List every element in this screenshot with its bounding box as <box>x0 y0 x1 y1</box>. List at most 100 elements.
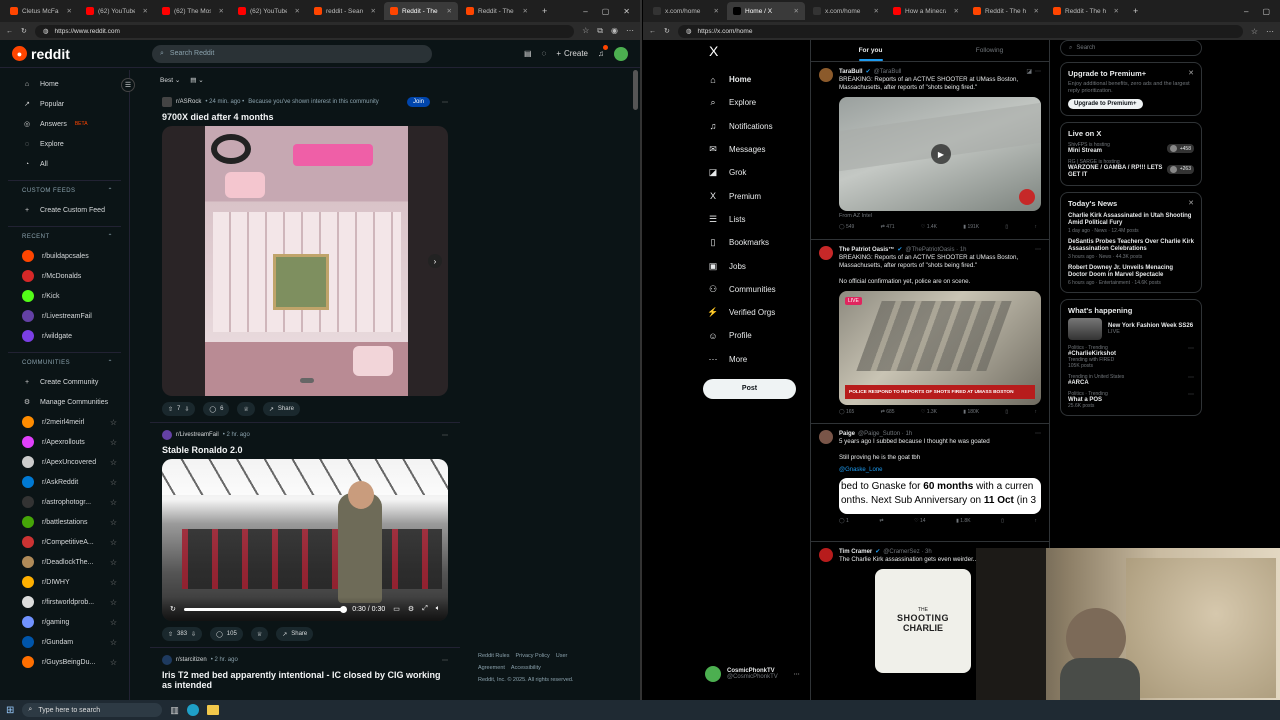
nav-jobs[interactable]: ▣ Jobs <box>703 254 813 277</box>
sidebar-item-all[interactable]: ◔ All <box>8 154 121 174</box>
sidebar-subreddit[interactable]: r/McDonalds <box>8 266 121 286</box>
custom-feeds-header[interactable]: CUSTOM FEEDS ⌃ <box>8 180 121 200</box>
sidebar-subreddit[interactable]: r/firstworldprob... ☆ <box>8 592 121 612</box>
like-button[interactable]: ♡ 14 <box>914 518 925 524</box>
browser-tab[interactable]: Reddit - The heart ✕ <box>1047 2 1125 20</box>
favorite-star-icon[interactable]: ☆ <box>110 538 121 547</box>
browser-tab[interactable]: (62) YouTube ✕ <box>232 2 306 20</box>
tweet-avatar[interactable] <box>819 246 833 260</box>
trend-options-icon[interactable]: ⋯ <box>1188 374 1194 381</box>
nav-communities[interactable]: ⚇ Communities <box>703 278 813 301</box>
upvote-icon[interactable]: ⇧ <box>168 406 173 413</box>
bookmark-icon[interactable]: ▯ <box>1005 409 1008 415</box>
reddit-logo[interactable]: ● reddit <box>12 46 152 62</box>
nav-more[interactable]: ⋯ More <box>703 348 813 371</box>
favorite-star-icon[interactable]: ☆ <box>110 638 121 647</box>
downvote-icon[interactable]: ⇩ <box>191 631 196 638</box>
sidebar-subreddit[interactable]: r/astrophotogr... ☆ <box>8 492 121 512</box>
post-title[interactable]: Iris T2 med bed apparently intentional -… <box>162 670 448 690</box>
tweet-author[interactable]: Tim Cramer <box>839 549 872 555</box>
comments-button[interactable]: ◯ 105 <box>210 627 243 641</box>
user-avatar[interactable] <box>614 46 628 61</box>
tweet-avatar[interactable] <box>819 430 833 444</box>
minimize-icon[interactable]: – <box>583 7 587 16</box>
chat-icon[interactable]: ◌ <box>542 49 547 58</box>
views-button[interactable]: ▮ 180K <box>963 409 979 415</box>
menu-icon[interactable]: ⋯ <box>1266 27 1274 36</box>
manage-communities[interactable]: ⚙ Manage Communities <box>8 392 121 412</box>
post-subreddit[interactable]: r/LivestreamFail <box>176 432 219 438</box>
favorite-star-icon[interactable]: ☆ <box>110 458 121 467</box>
site-info-icon[interactable]: ◍ <box>43 27 49 35</box>
sidebar-subreddit[interactable]: r/battlestations ☆ <box>8 512 121 532</box>
sidebar-subreddit[interactable]: r/CompetitiveA... ☆ <box>8 532 121 552</box>
happening-event[interactable]: New York Fashion Week SS26 LIVE <box>1068 318 1194 340</box>
footer-link[interactable]: Reddit Rules <box>478 653 510 659</box>
create-custom-feed[interactable]: + Create Custom Feed <box>8 200 121 220</box>
sidebar-item-popular[interactable]: ↗ Popular <box>8 94 121 114</box>
browser-tab[interactable]: Cletus McFarland ✕ <box>4 2 78 20</box>
sidebar-subreddit[interactable]: r/AskReddit ☆ <box>8 472 121 492</box>
browser-tab[interactable]: reddit - Search ✕ <box>308 2 382 20</box>
favorite-star-icon[interactable]: ☆ <box>110 478 121 487</box>
x-logo[interactable]: X <box>703 40 813 62</box>
close-tab-icon[interactable]: ✕ <box>874 7 879 15</box>
back-icon[interactable]: ← <box>6 28 13 35</box>
close-tab-icon[interactable]: ✕ <box>447 7 452 15</box>
post-card[interactable]: r/ASRock • 24 min. ago • Because you've … <box>150 90 460 423</box>
sidebar-subreddit[interactable]: r/Kick <box>8 286 121 306</box>
browser-tab[interactable]: (62) YouTube ✕ <box>80 2 154 20</box>
x-search-input[interactable]: ⌕ Search <box>1060 40 1202 56</box>
replay-icon[interactable]: ↻ <box>170 605 176 613</box>
sort-dropdown[interactable]: Best ⌄ <box>160 76 180 84</box>
nav-explore[interactable]: ⌕ Explore <box>703 91 813 114</box>
back-icon[interactable]: ← <box>649 28 656 35</box>
tweet-author[interactable]: The Patriot Oasis™ <box>839 247 894 253</box>
reply-button[interactable]: ◯ 165 <box>839 409 854 415</box>
browser-tab[interactable]: How a Minecraft Sc ✕ <box>887 2 965 20</box>
sidebar-subreddit[interactable]: r/LivestreamFail <box>8 306 121 326</box>
post-title[interactable]: 9700X died after 4 months <box>162 112 448 122</box>
post-card[interactable]: r/LivestreamFail • 2 hr. ago ⋯ Stable Ro… <box>150 423 460 648</box>
trend-options-icon[interactable]: ⋯ <box>1188 391 1194 398</box>
url-field[interactable]: ◍ https://x.com/home <box>677 24 1243 38</box>
browser-tab[interactable]: Reddit - The heart o ✕ <box>460 2 534 20</box>
favorite-star-icon[interactable]: ☆ <box>110 598 121 607</box>
post-card[interactable]: r/starcitizen • 2 hr. ago ⋯ Iris T2 med … <box>150 648 460 700</box>
downvote-icon[interactable]: ⇩ <box>184 406 189 413</box>
favorite-star-icon[interactable]: ☆ <box>110 558 121 567</box>
footer-link[interactable]: Privacy Policy <box>516 653 550 659</box>
profile-icon[interactable]: ◉ <box>611 26 618 36</box>
tweet-author[interactable]: TaraBull <box>839 69 863 75</box>
nav-verified-orgs[interactable]: ⚡ Verified Orgs <box>703 301 813 324</box>
trend-item[interactable]: Politics · Trending #CharlieKirkshot Trend… <box>1068 345 1194 369</box>
post-subreddit[interactable]: r/starcitizen <box>176 657 207 663</box>
trend-item[interactable]: Politics · Trending What a POS 25.6K posts… <box>1068 391 1194 409</box>
favorite-star-icon[interactable]: ☆ <box>110 518 121 527</box>
favorite-star-icon[interactable]: ☆ <box>110 498 121 507</box>
post-subreddit[interactable]: r/ASRock <box>176 99 201 105</box>
tweet-mention-link[interactable]: @Gnaske_Lone <box>839 467 1041 473</box>
close-tab-icon[interactable]: ✕ <box>523 7 528 15</box>
tweet-avatar[interactable] <box>819 68 833 82</box>
sidebar-subreddit[interactable]: r/buildapcsales <box>8 246 121 266</box>
video-progress-bar[interactable] <box>183 605 348 613</box>
browser-tab[interactable]: Reddit - The heart ✕ <box>967 2 1045 20</box>
taskbar-search-input[interactable]: ⌕ Type here to search <box>22 703 163 717</box>
sidebar-collapse-icon[interactable]: ☰ <box>121 78 135 92</box>
share-icon[interactable]: ↑ <box>1034 224 1037 230</box>
play-icon[interactable]: ▶ <box>931 144 951 164</box>
extensions-icon[interactable]: ⧉ <box>597 26 603 36</box>
vote-control[interactable]: ⇧ 7 ⇩ <box>162 402 196 416</box>
url-field[interactable]: ◍ https://www.reddit.com <box>34 24 575 38</box>
captions-icon[interactable]: ▭ <box>393 605 400 613</box>
account-switcher[interactable]: CosmicPhonkTV @CosmicPhonkTV ⋯ <box>705 666 800 682</box>
browser-tab[interactable]: Reddit - The heart o ✕ <box>384 2 458 20</box>
bookmark-icon[interactable]: ▯ <box>1005 224 1008 230</box>
sidebar-subreddit[interactable]: r/gaming ☆ <box>8 612 121 632</box>
repost-button[interactable]: ⇄ 471 <box>881 224 895 230</box>
nav-messages[interactable]: ✉ Messages <box>703 138 813 161</box>
upvote-icon[interactable]: ⇧ <box>168 631 173 638</box>
close-icon[interactable]: ✕ <box>623 7 630 16</box>
sidebar-subreddit[interactable]: r/DeadlockThe... ☆ <box>8 552 121 572</box>
